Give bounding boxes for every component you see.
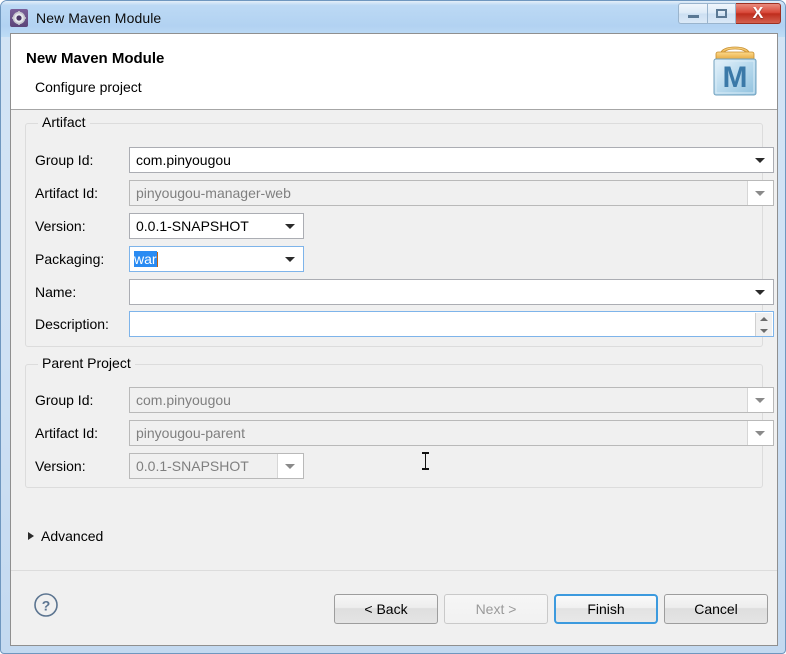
maximize-icon	[716, 9, 727, 18]
artifact-artifact-id-input[interactable]: pinyougou-manager-web	[129, 180, 774, 206]
parent-version-value: 0.0.1-SNAPSHOT	[136, 458, 249, 474]
triangle-right-icon[interactable]	[28, 532, 34, 540]
artifact-name-label: Name:	[35, 284, 77, 300]
chevron-down-icon[interactable]	[755, 290, 765, 295]
minimize-button[interactable]	[678, 3, 707, 24]
combo-button-box[interactable]	[747, 388, 773, 412]
dialog-client-area: New Maven Module Configure project M Art…	[10, 33, 778, 646]
page-subtitle: Configure project	[35, 79, 142, 95]
chevron-down-icon[interactable]	[285, 224, 295, 229]
combo-button-box[interactable]	[277, 454, 303, 478]
dialog-window: New Maven Module X New Maven Module Conf…	[0, 0, 786, 654]
parent-artifact-id-value: pinyougou-parent	[136, 425, 245, 441]
artifact-artifact-id-value: pinyougou-manager-web	[136, 185, 291, 201]
advanced-label: Advanced	[41, 528, 104, 544]
artifact-group-id-value: com.pinyougou	[136, 152, 231, 168]
chevron-down-icon[interactable]	[755, 398, 765, 403]
artifact-group-id-input[interactable]: com.pinyougou	[129, 147, 774, 173]
minimize-icon	[687, 15, 699, 18]
spinner-control[interactable]	[755, 313, 772, 336]
artifact-version-value: 0.0.1-SNAPSHOT	[136, 218, 249, 234]
next-button: Next >	[444, 594, 548, 624]
cancel-button[interactable]: Cancel	[664, 594, 768, 624]
parent-artifact-id-input[interactable]: pinyougou-parent	[129, 420, 774, 446]
parent-project-group-label: Parent Project	[38, 355, 135, 371]
finish-button[interactable]: Finish	[554, 594, 658, 624]
combo-button-box[interactable]	[747, 181, 773, 205]
artifact-group-id-label: Group Id:	[35, 152, 94, 168]
chevron-down-icon[interactable]	[285, 257, 295, 262]
wizard-header: New Maven Module Configure project M	[11, 34, 777, 110]
chevron-down-icon[interactable]	[755, 191, 765, 196]
close-button[interactable]: X	[736, 3, 781, 24]
svg-text:?: ?	[42, 598, 51, 614]
artifact-name-input[interactable]	[129, 279, 774, 305]
spinner-up-icon[interactable]	[760, 317, 768, 321]
window-title: New Maven Module	[36, 10, 162, 26]
chevron-down-icon[interactable]	[755, 158, 765, 163]
parent-group-id-value: com.pinyougou	[136, 392, 231, 408]
advanced-section-toggle[interactable]: Advanced	[28, 528, 103, 544]
parent-artifact-id-label: Artifact Id:	[35, 425, 99, 441]
maven-module-icon: M	[707, 40, 763, 102]
artifact-version-input[interactable]: 0.0.1-SNAPSHOT	[129, 213, 304, 239]
spinner-down-icon[interactable]	[760, 329, 768, 333]
close-icon: X	[752, 4, 764, 22]
parent-version-label: Version:	[35, 458, 86, 474]
artifact-packaging-input[interactable]: war	[129, 246, 304, 272]
artifact-version-label: Version:	[35, 218, 86, 234]
chevron-down-icon[interactable]	[755, 431, 765, 436]
title-bar[interactable]: New Maven Module X	[1, 1, 785, 37]
parent-version-input[interactable]: 0.0.1-SNAPSHOT	[129, 453, 304, 479]
artifact-packaging-label: Packaging:	[35, 251, 105, 267]
artifact-artifact-id-label: Artifact Id:	[35, 185, 99, 201]
combo-button-box[interactable]	[747, 421, 773, 445]
chevron-down-icon[interactable]	[285, 464, 295, 469]
window-controls: X	[678, 3, 781, 24]
artifact-description-label: Description:	[35, 316, 109, 332]
artifact-description-input[interactable]	[129, 311, 774, 337]
parent-group-id-label: Group Id:	[35, 392, 94, 408]
artifact-group-label: Artifact	[38, 114, 90, 130]
back-button[interactable]: < Back	[334, 594, 438, 624]
text-caret	[156, 252, 158, 267]
page-title: New Maven Module	[26, 50, 165, 67]
maven-gear-icon	[10, 9, 28, 27]
artifact-packaging-value: war	[134, 251, 157, 267]
parent-group-id-input[interactable]: com.pinyougou	[129, 387, 774, 413]
dialog-footer: ? < Back Next > Finish Cancel	[11, 570, 777, 645]
question-mark-icon[interactable]: ?	[33, 592, 59, 618]
wizard-body: Artifact Group Id: com.pinyougou Artifac…	[11, 110, 777, 570]
svg-text:M: M	[723, 61, 748, 94]
maximize-button[interactable]	[707, 3, 736, 24]
